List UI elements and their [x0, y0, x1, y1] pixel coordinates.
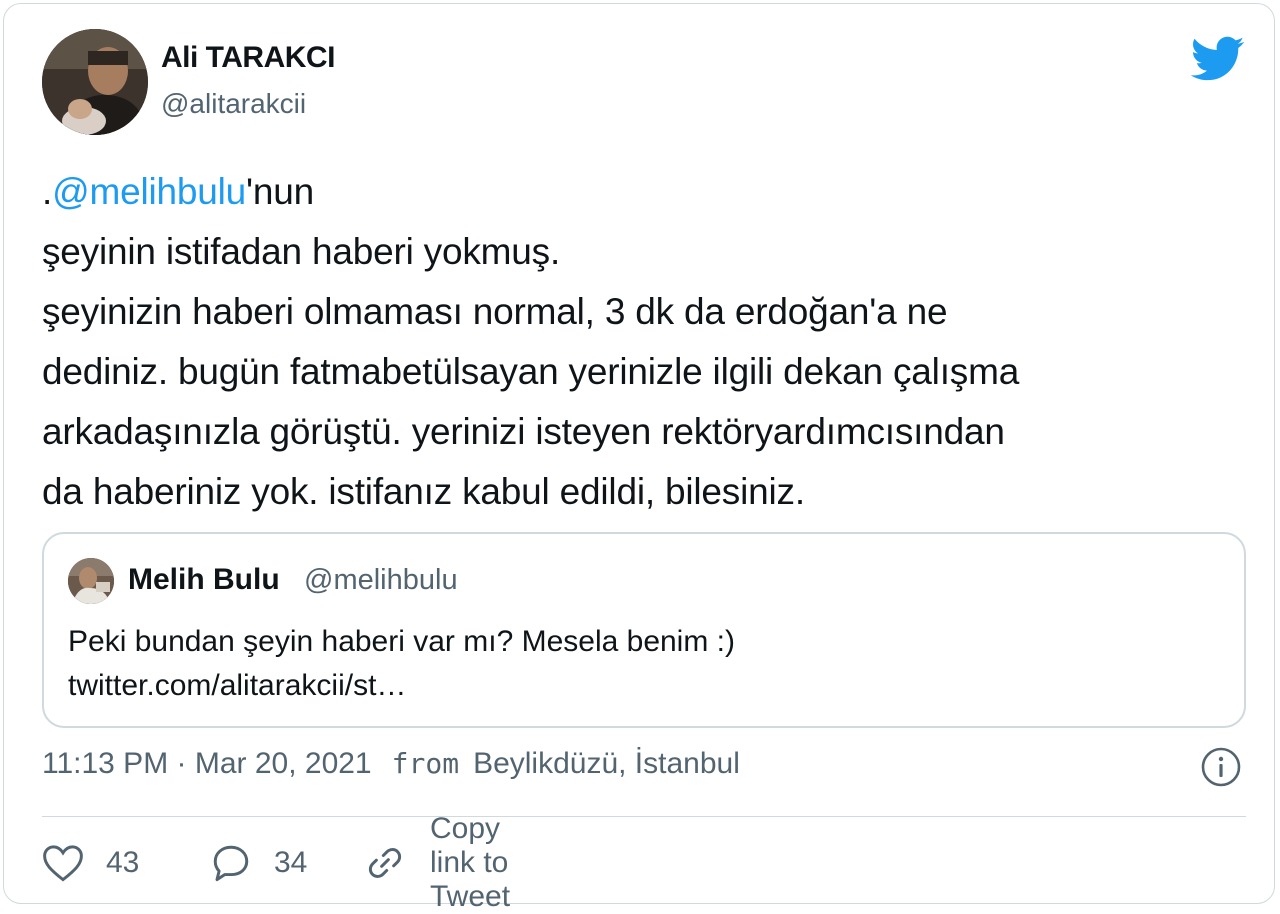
tweet-meta: 11:13 PM · Mar 20, 2021 from Beylikdüzü, İ…	[42, 747, 740, 781]
twitter-bird-icon[interactable]	[1190, 36, 1245, 82]
tweet-location[interactable]: Beylikdüzü, İstanbul	[473, 747, 740, 780]
tweet-timestamp[interactable]: 11:13 PM · Mar 20, 2021	[42, 747, 372, 780]
tweet-card: Ali TARAKCI @alitarakcii .@melihbulu'nun…	[3, 3, 1275, 913]
like-button[interactable]: 43	[42, 839, 139, 887]
tweet-line-6: da haberiniz yok. istifanız kabul edildi…	[42, 471, 805, 512]
like-count: 43	[106, 846, 140, 879]
quoted-tweet[interactable]: Melih Bulu @melihbulu Peki bundan şeyin …	[42, 532, 1246, 728]
tweet-line-1: .@melihbulu'nun	[42, 162, 1252, 222]
author-avatar[interactable]	[42, 29, 148, 135]
tweet-line-5: arkadaşınızla görüştü. yerinizi isteyen …	[42, 411, 1005, 452]
tweet-suffix: 'nun	[246, 171, 315, 212]
quoted-author-name: Melih Bulu	[128, 563, 280, 596]
quoted-link[interactable]: twitter.com/alitarakcii/st…	[68, 664, 735, 708]
reply-button[interactable]: 34	[210, 839, 307, 887]
author-name[interactable]: Ali TARAKCI	[161, 41, 335, 75]
tweet-line-3: şeyinizin haberi olmaması normal, 3 dk d…	[42, 291, 948, 332]
tweet-line-2: şeyinin istifadan haberi yokmuş.	[42, 231, 561, 272]
heart-icon	[42, 843, 84, 883]
quoted-author-avatar	[68, 558, 114, 604]
quoted-text: Peki bundan şeyin haberi var mı? Mesela …	[68, 620, 735, 708]
info-icon[interactable]	[1201, 747, 1241, 787]
quoted-author-handle: @melihbulu	[304, 564, 458, 596]
reply-count: 34	[274, 846, 308, 879]
quoted-text-line-1: Peki bundan şeyin haberi var mı? Mesela …	[68, 625, 736, 658]
tweet-prefix: .	[42, 171, 53, 212]
reply-bubble-icon	[210, 843, 252, 883]
copy-link-button[interactable]: Copy link to Tweet	[364, 812, 510, 913]
tweet-text: .@melihbulu'nun şeyinin istifadan haberi…	[42, 162, 1252, 522]
copy-link-label: Copy link to Tweet	[430, 812, 511, 913]
tweet-line-4: dediniz. bugün fatmabetülsayan yerinizle…	[42, 351, 1020, 392]
link-icon	[364, 843, 406, 883]
author-handle[interactable]: @alitarakcii	[161, 88, 306, 120]
divider	[42, 816, 1246, 817]
mention-link[interactable]: @melihbulu	[52, 171, 246, 212]
from-label: from	[391, 747, 460, 780]
